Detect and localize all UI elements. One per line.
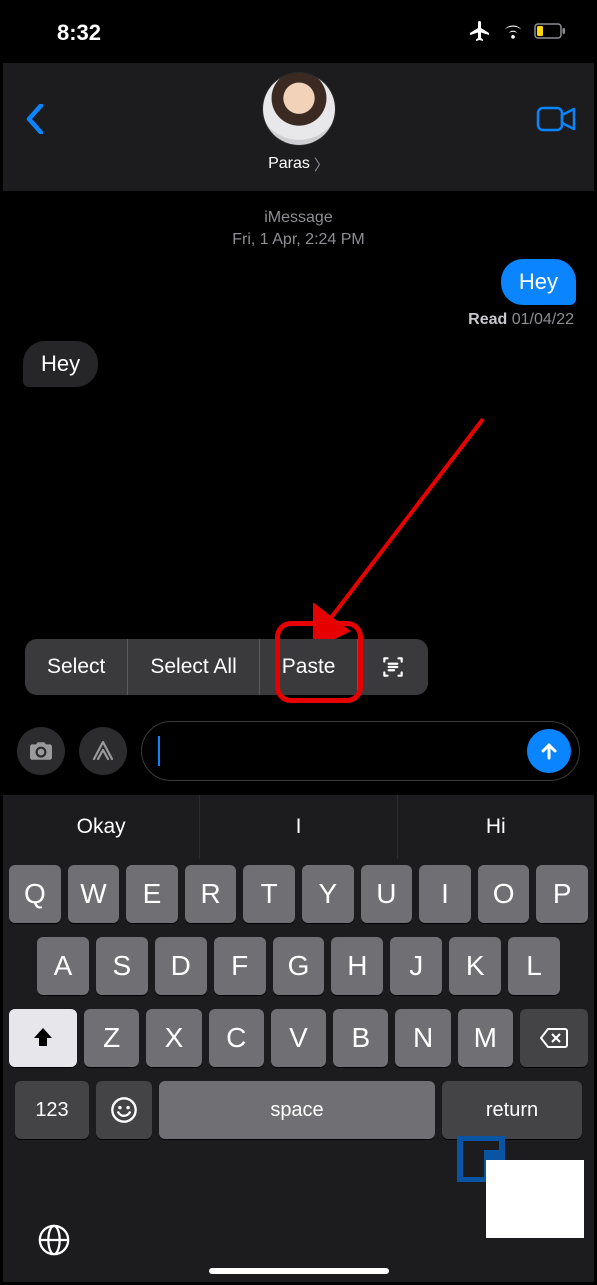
numeric-key[interactable]: 123 xyxy=(15,1081,89,1139)
status-icons xyxy=(468,19,566,48)
key-o[interactable]: O xyxy=(478,865,530,923)
emoji-key[interactable] xyxy=(96,1081,152,1139)
thread-timestamp: iMessage Fri, 1 Apr, 2:24 PM xyxy=(3,191,594,250)
home-indicator[interactable] xyxy=(209,1268,389,1274)
key-m[interactable]: M xyxy=(458,1009,513,1067)
contact-name-row: Paras 〉 xyxy=(268,153,329,174)
key-n[interactable]: N xyxy=(395,1009,450,1067)
key-row-3: Z X C V B N M xyxy=(9,1009,588,1067)
key-g[interactable]: G xyxy=(273,937,325,995)
camera-button[interactable] xyxy=(17,727,65,775)
outgoing-message-bubble[interactable]: Hey xyxy=(501,259,576,305)
airplane-mode-icon xyxy=(468,19,492,48)
prediction-3[interactable]: Hi xyxy=(398,795,594,859)
chevron-right-icon: 〉 xyxy=(314,154,329,175)
paste-button[interactable]: Paste xyxy=(260,639,359,695)
key-row-2: A S D F G H J K L xyxy=(9,937,588,995)
key-e[interactable]: E xyxy=(126,865,178,923)
key-t[interactable]: T xyxy=(243,865,295,923)
key-i[interactable]: I xyxy=(419,865,471,923)
app-drawer-button[interactable] xyxy=(79,727,127,775)
prediction-2[interactable]: I xyxy=(200,795,397,859)
key-h[interactable]: H xyxy=(331,937,383,995)
key-y[interactable]: Y xyxy=(302,865,354,923)
key-row-1: Q W E R T Y U I O P xyxy=(9,865,588,923)
key-r[interactable]: R xyxy=(185,865,237,923)
key-p[interactable]: P xyxy=(536,865,588,923)
key-x[interactable]: X xyxy=(146,1009,201,1067)
video-call-button[interactable] xyxy=(532,99,580,139)
key-c[interactable]: C xyxy=(209,1009,264,1067)
keyboard: Okay I Hi Q W E R T Y U I O P A S D F xyxy=(3,795,594,1282)
text-edit-menu: Select Select All Paste xyxy=(25,639,428,695)
predictive-bar: Okay I Hi xyxy=(3,795,594,859)
compose-bar xyxy=(3,707,594,795)
backspace-key[interactable] xyxy=(520,1009,588,1067)
incoming-message-bubble[interactable]: Hey xyxy=(23,341,98,387)
key-j[interactable]: J xyxy=(390,937,442,995)
key-k[interactable]: K xyxy=(449,937,501,995)
key-row-bottom: 123 space return xyxy=(9,1081,588,1139)
status-bar: 8:32 xyxy=(3,3,594,63)
key-f[interactable]: F xyxy=(214,937,266,995)
select-button[interactable]: Select xyxy=(25,639,128,695)
scan-text-button[interactable] xyxy=(358,639,428,695)
select-all-button[interactable]: Select All xyxy=(128,639,259,695)
return-key[interactable]: return xyxy=(442,1081,582,1139)
contact-info[interactable]: Paras 〉 xyxy=(3,73,594,174)
send-button[interactable] xyxy=(527,729,571,773)
phone-screen: 8:32 Paras 〉 xyxy=(0,0,597,1285)
wifi-icon xyxy=(502,22,524,45)
text-cursor xyxy=(158,736,160,766)
prediction-1[interactable]: Okay xyxy=(3,795,200,859)
key-w[interactable]: W xyxy=(68,865,120,923)
key-u[interactable]: U xyxy=(361,865,413,923)
status-time: 8:32 xyxy=(57,20,101,46)
globe-icon[interactable] xyxy=(37,1223,71,1262)
key-b[interactable]: B xyxy=(333,1009,388,1067)
read-receipt: Read 01/04/22 xyxy=(468,311,574,329)
conversation-header: Paras 〉 xyxy=(3,63,594,191)
key-v[interactable]: V xyxy=(271,1009,326,1067)
watermark-box xyxy=(486,1160,584,1238)
key-q[interactable]: Q xyxy=(9,865,61,923)
contact-name: Paras xyxy=(268,155,310,173)
key-l[interactable]: L xyxy=(508,937,560,995)
key-s[interactable]: S xyxy=(96,937,148,995)
shift-key[interactable] xyxy=(9,1009,77,1067)
battery-icon xyxy=(534,23,566,44)
message-input[interactable] xyxy=(141,721,580,781)
key-a[interactable]: A xyxy=(37,937,89,995)
space-key[interactable]: space xyxy=(159,1081,435,1139)
key-z[interactable]: Z xyxy=(84,1009,139,1067)
avatar xyxy=(263,73,335,145)
key-d[interactable]: D xyxy=(155,937,207,995)
